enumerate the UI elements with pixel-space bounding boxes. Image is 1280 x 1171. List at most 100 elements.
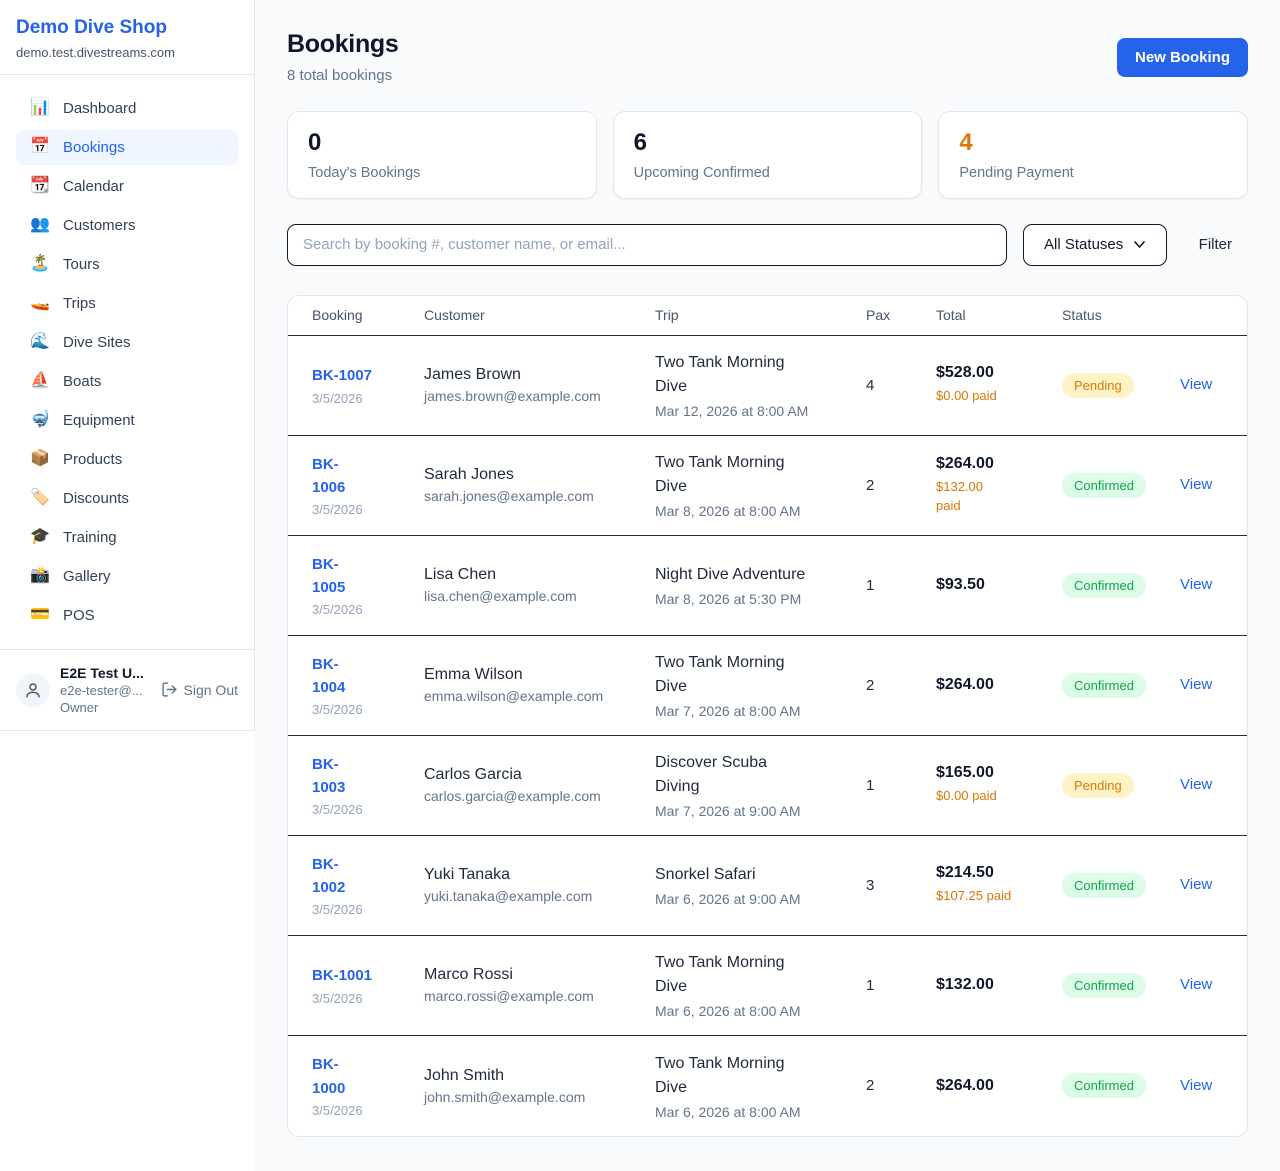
trip-datetime: Mar 6, 2026 at 9:00 AM [655, 891, 850, 907]
booking-id-link[interactable]: BK-1003 [312, 753, 357, 800]
total-amount: $264.00 [936, 676, 1046, 694]
actions-cell: View [1180, 876, 1223, 894]
total-cell: $264.00 [936, 676, 1046, 694]
sidebar-item-label: Customers [63, 217, 136, 234]
user-name: E2E Test U... [60, 665, 151, 681]
trip-name: Discover Scuba Diving [655, 751, 805, 799]
sidebar-item-label: Gallery [63, 568, 111, 585]
status-badge: Confirmed [1062, 1073, 1146, 1098]
dive-sites-icon: 🌊 [30, 334, 50, 350]
booking-cell: BK-1001 3/5/2026 [312, 964, 408, 1005]
customer-email: emma.wilson@example.com [424, 688, 639, 704]
view-link[interactable]: View [1180, 876, 1212, 893]
view-link[interactable]: View [1180, 476, 1212, 493]
booking-date: 3/5/2026 [312, 502, 408, 517]
sidebar-item-calendar[interactable]: 📆Calendar [16, 169, 238, 204]
actions-cell: View [1180, 376, 1223, 394]
view-link[interactable]: View [1180, 1077, 1212, 1094]
pax-count: 2 [866, 477, 920, 494]
sidebar-item-products[interactable]: 📦Products [16, 442, 238, 477]
avatar [16, 673, 50, 707]
booking-cell: BK-1006 3/5/2026 [312, 453, 408, 518]
new-booking-button[interactable]: New Booking [1117, 38, 1248, 77]
sidebar-item-pos[interactable]: 💳POS [16, 598, 238, 633]
table-row: BK-10023/5/2026Yuki Tanakayuki.tanaka@ex… [288, 836, 1247, 936]
sidebar-item-tours[interactable]: 🏝️Tours [16, 247, 238, 282]
sidebar-item-equipment[interactable]: 🤿Equipment [16, 403, 238, 438]
view-link[interactable]: View [1180, 576, 1212, 593]
sidebar-item-bookings[interactable]: 📅Bookings [16, 130, 238, 165]
user-icon [24, 681, 42, 699]
stats-cards: 0 Today's Bookings 6 Upcoming Confirmed … [287, 111, 1248, 199]
customer-cell: James Brownjames.brown@example.com [424, 366, 639, 404]
sidebar-item-label: Products [63, 451, 122, 468]
customer-email: john.smith@example.com [424, 1089, 639, 1105]
customer-name: Sarah Jones [424, 466, 639, 484]
view-link[interactable]: View [1180, 976, 1212, 993]
sign-out-button[interactable]: Sign Out [161, 681, 238, 698]
col-header-total: Total [936, 307, 1046, 323]
sidebar-item-gallery[interactable]: 📸 Gallery [16, 559, 238, 594]
status-filter-select[interactable]: All Statuses [1023, 224, 1167, 266]
sidebar-item-training[interactable]: 🎓Training [16, 520, 238, 555]
sidebar-item-trips[interactable]: 🚤Trips [16, 286, 238, 321]
filter-row: All Statuses Filter [287, 224, 1248, 266]
booking-id-link[interactable]: BK-1004 [312, 653, 357, 700]
sidebar-item-discounts[interactable]: 🏷️Discounts [16, 481, 238, 516]
booking-id-link[interactable]: BK-1007 [312, 364, 372, 387]
logout-icon [161, 681, 178, 698]
shop-domain: demo.test.divestreams.com [16, 45, 238, 60]
sidebar-item-customers[interactable]: 👥Customers [16, 208, 238, 243]
booking-id-link[interactable]: BK-1000 [312, 1053, 357, 1100]
booking-cell: BK-10053/5/2026 [312, 553, 408, 618]
pax-count: 2 [866, 1077, 920, 1094]
paid-amount: $0.00 paid [936, 386, 1046, 406]
equipment-icon: 🤿 [30, 412, 50, 428]
booking-id-link[interactable]: BK-1001 [312, 964, 372, 987]
booking-id-link[interactable]: BK-1002 [312, 853, 357, 900]
brand: Demo Dive Shop demo.test.divestreams.com [0, 0, 254, 75]
sidebar-item-label: Discounts [63, 490, 129, 507]
actions-cell: View [1180, 676, 1223, 694]
sidebar-item-label: Dive Sites [63, 334, 131, 351]
stat-value: 4 [959, 129, 1227, 157]
total-amount: $528.00 [936, 364, 1046, 382]
stat-value: 0 [308, 129, 576, 157]
col-header-customer: Customer [424, 307, 639, 323]
bookings-icon: 📅 [30, 139, 50, 155]
booking-id-link[interactable]: BK-1006 [312, 453, 357, 500]
pax-count: 3 [866, 877, 920, 894]
sidebar-item-dive-sites[interactable]: 🌊 Dive Sites [16, 325, 238, 360]
sidebar-item-dashboard[interactable]: 📊Dashboard [16, 91, 238, 126]
paid-amount: $107.25 paid [936, 886, 1046, 906]
trip-name: Two Tank Morning Dive [655, 1052, 805, 1100]
trip-cell: Discover Scuba DivingMar 7, 2026 at 9:00… [655, 751, 850, 819]
customer-email: carlos.garcia@example.com [424, 788, 639, 804]
trip-name: Night Dive Adventure [655, 563, 850, 587]
status-cell: Confirmed [1062, 1073, 1164, 1098]
user-info: E2E Test U... e2e-tester@... Owner [60, 665, 151, 715]
booking-cell: BK-10003/5/2026 [312, 1053, 408, 1118]
sidebar-item-boats[interactable]: ⛵Boats [16, 364, 238, 399]
status-badge: Confirmed [1062, 473, 1146, 498]
search-input[interactable] [287, 224, 1007, 266]
booking-id-link[interactable]: BK-1005 [312, 553, 357, 600]
stat-label: Upcoming Confirmed [634, 165, 902, 181]
pax-count: 1 [866, 977, 920, 994]
customer-name: Yuki Tanaka [424, 866, 639, 884]
booking-date: 3/5/2026 [312, 991, 408, 1006]
stat-card-pending-payment: 4 Pending Payment [938, 111, 1248, 199]
booking-date: 3/5/2026 [312, 391, 408, 406]
view-link[interactable]: View [1180, 776, 1212, 793]
sidebar-footer: E2E Test U... e2e-tester@... Owner Sign … [0, 649, 254, 730]
table-row: BK-10063/5/2026Sarah Jonessarah.jones@ex… [288, 436, 1247, 536]
filter-button[interactable]: Filter [1183, 236, 1248, 253]
view-link[interactable]: View [1180, 376, 1212, 393]
total-cell: $214.50$107.25 paid [936, 864, 1046, 906]
customer-cell: Marco Rossimarco.rossi@example.com [424, 966, 639, 1004]
gallery-icon: 📸 [30, 568, 50, 584]
stat-label: Pending Payment [959, 165, 1227, 181]
customer-name: Lisa Chen [424, 566, 639, 584]
view-link[interactable]: View [1180, 676, 1212, 693]
training-icon: 🎓 [30, 529, 50, 545]
